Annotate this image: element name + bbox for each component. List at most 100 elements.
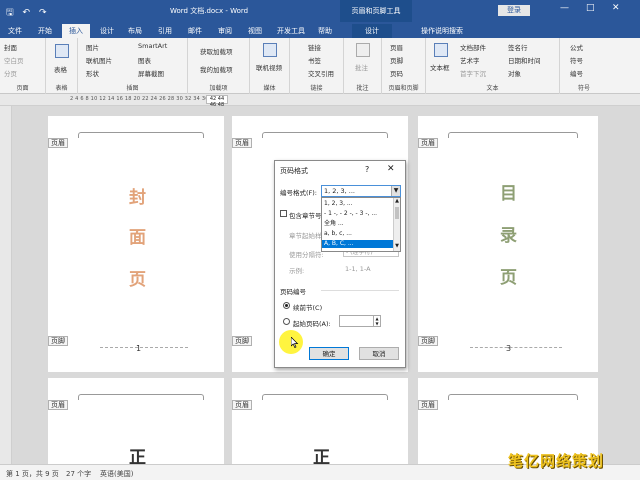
header-tag[interactable]: 页眉 [232, 138, 252, 148]
group-tables: 表格 表格 [46, 38, 78, 94]
format-option-selected[interactable]: A, B, C, ... [322, 240, 394, 248]
horizontal-ruler[interactable]: 2 4 6 8 10 12 14 16 18 20 22 24 26 28 30… [0, 94, 640, 108]
watermark: 笔亿网络策划 [508, 452, 605, 470]
tab-home[interactable]: 开始 [34, 24, 56, 38]
page-4[interactable]: 页眉 正 [48, 378, 224, 464]
equation-button[interactable]: 公式 [570, 42, 583, 52]
word-count[interactable]: 27 个字 [66, 469, 91, 479]
chart-button[interactable]: 图表 [138, 55, 151, 65]
shapes-button[interactable]: 形状 [86, 68, 99, 78]
login-button[interactable]: 登录 [498, 5, 530, 16]
tab-developer[interactable]: 开发工具 [274, 24, 308, 38]
ok-button[interactable]: 确定 [309, 347, 349, 360]
tab-design[interactable]: 设计 [96, 24, 118, 38]
group-label: 媒体 [263, 85, 276, 92]
symbol-button[interactable]: 符号 [570, 55, 583, 65]
ruler-marker[interactable]: 42 44 46 48 [206, 95, 228, 108]
format-option[interactable]: a, b, c, ... [322, 230, 394, 238]
tab-file[interactable]: 文件 [4, 24, 26, 38]
page-break-button[interactable]: 分页 [4, 68, 17, 78]
textbox-button[interactable]: 文本框 [430, 62, 450, 72]
page-5[interactable]: 页眉 正 [232, 378, 408, 464]
smartart-button[interactable]: SmartArt [138, 42, 167, 50]
wordart-button[interactable]: 艺术字 [460, 55, 480, 65]
dropdown-scrollbar[interactable]: ▲ ▼ [393, 198, 400, 251]
header-tag[interactable]: 页眉 [418, 138, 438, 148]
tab-review[interactable]: 审阅 [214, 24, 236, 38]
pictures-button[interactable]: 图片 [86, 42, 99, 52]
footer-tag[interactable]: 页脚 [48, 336, 68, 346]
signature-line-button[interactable]: 签名行 [508, 42, 528, 52]
tab-header-footer-design[interactable]: 设计 [352, 24, 392, 38]
start-at-input[interactable]: ▲ ▼ [339, 315, 381, 327]
cancel-button[interactable]: 取消 [359, 347, 399, 360]
tab-help[interactable]: 帮助 [314, 24, 336, 38]
header-button[interactable]: 页眉 [390, 42, 403, 52]
footer-tag[interactable]: 页脚 [232, 336, 252, 346]
tab-layout[interactable]: 布局 [124, 24, 146, 38]
help-icon[interactable]: ? [365, 165, 369, 174]
tab-view[interactable]: 视图 [244, 24, 266, 38]
spin-buttons[interactable]: ▲ ▼ [373, 316, 380, 326]
link-button[interactable]: 链接 [308, 42, 321, 52]
object-button[interactable]: 对象 [508, 68, 521, 78]
minimize-button[interactable]: — [560, 3, 569, 13]
online-video-button[interactable]: 联机视频 [256, 62, 282, 72]
restore-button[interactable]: □ [586, 3, 595, 13]
close-window-button[interactable]: ✕ [612, 3, 620, 13]
header-tag[interactable]: 页眉 [48, 400, 68, 410]
tab-references[interactable]: 引用 [154, 24, 176, 38]
header-edge [262, 132, 388, 138]
include-chapter-checkbox[interactable] [280, 210, 287, 217]
number-format-value: 1, 2, 3, ... [324, 187, 356, 195]
header-tag[interactable]: 页眉 [418, 400, 438, 410]
scroll-up-icon[interactable]: ▲ [394, 198, 400, 204]
format-option[interactable]: - 1 -, - 2 -, - 3 -, ... [322, 210, 394, 218]
number-format-select[interactable]: 1, 2, 3, ... ▼ [321, 185, 401, 197]
header-tag[interactable]: 页眉 [232, 400, 252, 410]
table-button[interactable]: 表格 [54, 64, 67, 74]
header-tag[interactable]: 页眉 [48, 138, 68, 148]
footer-tag[interactable]: 页脚 [418, 336, 438, 346]
example-value: 1-1, 1-A [345, 265, 371, 273]
quick-parts-button[interactable]: 文档部件 [460, 42, 486, 52]
online-pictures-button[interactable]: 联机图片 [86, 55, 112, 65]
my-addins-button[interactable]: 我的加载项 [200, 64, 233, 74]
date-time-button[interactable]: 日期和时间 [508, 55, 541, 65]
screenshot-button[interactable]: 屏幕截图 [138, 68, 164, 78]
cover-page-button[interactable]: 封面 [4, 42, 17, 52]
start-at-radio[interactable] [283, 318, 290, 325]
language-indicator[interactable]: 英语(美国) [100, 469, 133, 479]
tab-mailings[interactable]: 邮件 [184, 24, 206, 38]
redo-icon[interactable]: ↷ [39, 8, 47, 18]
save-icon[interactable]: 🖫 [6, 8, 14, 18]
group-label: 表格 [55, 85, 68, 92]
format-option[interactable]: 全角 ... [322, 220, 394, 228]
comment-button[interactable]: 批注 [355, 62, 368, 72]
drop-cap-button[interactable]: 首字下沉 [460, 68, 486, 78]
chevron-down-icon[interactable]: ▼ [391, 186, 400, 196]
get-addins-button[interactable]: 获取加载项 [200, 46, 233, 56]
blank-page-button[interactable]: 空白页 [4, 55, 24, 65]
numbering-button[interactable]: 编号 [570, 68, 583, 78]
bookmark-button[interactable]: 书签 [308, 55, 321, 65]
vertical-ruler[interactable] [0, 106, 12, 464]
tell-me-search[interactable]: 操作说明搜索 [412, 24, 472, 38]
group-comments: 批注 批注 [344, 38, 382, 94]
footer-button[interactable]: 页脚 [390, 55, 403, 65]
tab-insert[interactable]: 插入 [62, 24, 90, 38]
page5-title-char: 正 [313, 448, 330, 465]
page3-title-char-3: 页 [500, 268, 517, 288]
group-pages: 封面 空白页 分页 页面 [0, 38, 46, 94]
scroll-thumb[interactable] [395, 207, 399, 219]
page-3[interactable]: 页眉 目 录 页 页脚 3 [418, 116, 598, 372]
page-1[interactable]: 页眉 封 面 页 页脚 1 [48, 116, 224, 372]
scroll-down-icon[interactable]: ▼ [394, 243, 400, 249]
page-count[interactable]: 第 1 页，共 9 页 [6, 469, 59, 479]
continue-radio[interactable] [283, 302, 290, 309]
close-icon[interactable]: ✕ [387, 164, 395, 174]
cross-reference-button[interactable]: 交叉引用 [308, 68, 334, 78]
format-option[interactable]: 1, 2, 3, ... [322, 200, 394, 208]
page-number-button[interactable]: 页码 [390, 68, 403, 78]
undo-icon[interactable]: ↶ [23, 8, 31, 18]
